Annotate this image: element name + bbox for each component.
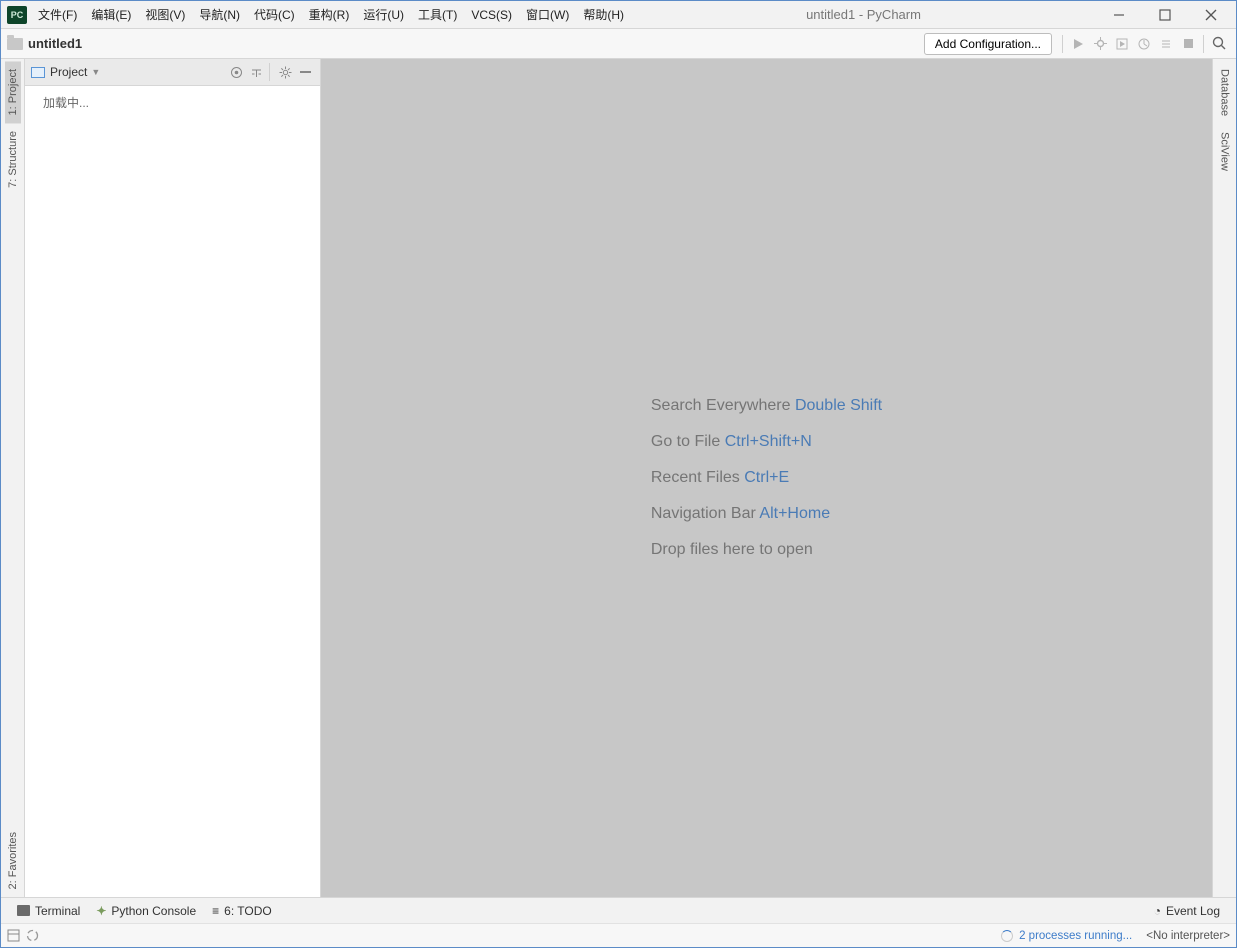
menu-refactor[interactable]: 重构(R) xyxy=(302,3,357,26)
log-icon: ◔ xyxy=(1154,904,1161,918)
menu-vcs[interactable]: VCS(S) xyxy=(464,5,519,25)
tool-windows-icon[interactable] xyxy=(7,929,20,942)
hint-drop-files: Drop files here to open xyxy=(651,541,882,559)
menu-help[interactable]: 帮助(H) xyxy=(576,3,631,26)
debug-icon[interactable] xyxy=(1089,33,1111,55)
hint-recent-files: Recent Files Ctrl+E xyxy=(651,469,882,487)
navigation-bar: untitled1 Add Configuration... xyxy=(1,29,1236,59)
collapse-icon[interactable] xyxy=(247,63,265,81)
bottom-tool-bar: Terminal ✦Python Console ≡6: TODO ◔Event… xyxy=(1,897,1236,923)
divider xyxy=(1203,35,1204,53)
rail-tab-favorites[interactable]: 2: Favorites xyxy=(5,824,21,897)
rail-tab-project[interactable]: 1: Project xyxy=(5,61,21,123)
minimize-button[interactable] xyxy=(1096,1,1142,29)
run-icon[interactable] xyxy=(1067,33,1089,55)
menu-edit[interactable]: 编辑(E) xyxy=(84,3,138,26)
bottom-tab-python-console[interactable]: ✦Python Console xyxy=(88,901,204,921)
add-configuration-button[interactable]: Add Configuration... xyxy=(924,33,1052,55)
close-button[interactable] xyxy=(1188,1,1234,29)
window-title: untitled1 - PyCharm xyxy=(631,7,1096,22)
maximize-button[interactable] xyxy=(1142,1,1188,29)
interpreter-selector[interactable]: <No interpreter> xyxy=(1146,930,1230,942)
menu-tools[interactable]: 工具(T) xyxy=(411,3,464,26)
bottom-tab-event-log[interactable]: ◔Event Log xyxy=(1146,901,1228,921)
hint-goto-file: Go to File Ctrl+Shift+N xyxy=(651,433,882,451)
project-panel-header: Project ▼ xyxy=(25,59,320,86)
stop-icon[interactable] xyxy=(1177,33,1199,55)
menu-code[interactable]: 代码(C) xyxy=(247,3,302,26)
menu-bar: PC 文件(F) 编辑(E) 视图(V) 导航(N) 代码(C) 重构(R) 运… xyxy=(1,1,1236,29)
app-logo: PC xyxy=(7,6,27,24)
editor-area[interactable]: Search Everywhere Double Shift Go to Fil… xyxy=(321,59,1212,897)
menu-run[interactable]: 运行(U) xyxy=(356,3,411,26)
divider xyxy=(1062,35,1063,53)
terminal-icon xyxy=(17,905,30,916)
chevron-down-icon[interactable]: ▼ xyxy=(91,67,100,77)
locate-icon[interactable] xyxy=(227,63,245,81)
rail-tab-structure[interactable]: 7: Structure xyxy=(5,123,21,196)
window-controls xyxy=(1096,1,1234,29)
attach-icon[interactable] xyxy=(1155,33,1177,55)
editor-empty-hints: Search Everywhere Double Shift Go to Fil… xyxy=(651,379,882,577)
menu-view[interactable]: 视图(V) xyxy=(138,3,192,26)
folder-icon xyxy=(7,38,23,50)
menu-navigate[interactable]: 导航(N) xyxy=(192,3,247,26)
progress-icon[interactable] xyxy=(26,929,39,942)
divider xyxy=(269,63,270,81)
profile-icon[interactable] xyxy=(1133,33,1155,55)
bottom-tab-todo[interactable]: ≡6: TODO xyxy=(204,901,280,921)
coverage-icon[interactable] xyxy=(1111,33,1133,55)
right-tool-rail: Database SciView xyxy=(1212,59,1236,897)
left-tool-rail: 1: Project 7: Structure 2: Favorites xyxy=(1,59,25,897)
bottom-tab-terminal[interactable]: Terminal xyxy=(9,901,88,921)
menu-file[interactable]: 文件(F) xyxy=(31,3,84,26)
python-icon: ✦ xyxy=(96,904,106,918)
spinner-icon xyxy=(1001,930,1013,942)
project-view-icon xyxy=(31,67,45,78)
project-panel-title[interactable]: Project xyxy=(50,65,87,79)
rail-tab-database[interactable]: Database xyxy=(1217,61,1233,124)
gear-icon[interactable] xyxy=(276,63,294,81)
status-bar: 2 processes running... <No interpreter> xyxy=(1,923,1236,947)
list-icon: ≡ xyxy=(212,904,219,918)
hint-navigation-bar: Navigation Bar Alt+Home xyxy=(651,505,882,523)
rail-tab-sciview[interactable]: SciView xyxy=(1217,124,1233,179)
hide-icon[interactable] xyxy=(296,63,314,81)
project-loading-text: 加载中... xyxy=(25,86,320,119)
processes-running-link[interactable]: 2 processes running... xyxy=(1019,930,1132,942)
project-tool-window: Project ▼ 加载中... xyxy=(25,59,321,897)
search-icon[interactable] xyxy=(1208,33,1230,55)
menu-window[interactable]: 窗口(W) xyxy=(519,3,576,26)
breadcrumb-project[interactable]: untitled1 xyxy=(28,36,82,51)
hint-search-everywhere: Search Everywhere Double Shift xyxy=(651,397,882,415)
